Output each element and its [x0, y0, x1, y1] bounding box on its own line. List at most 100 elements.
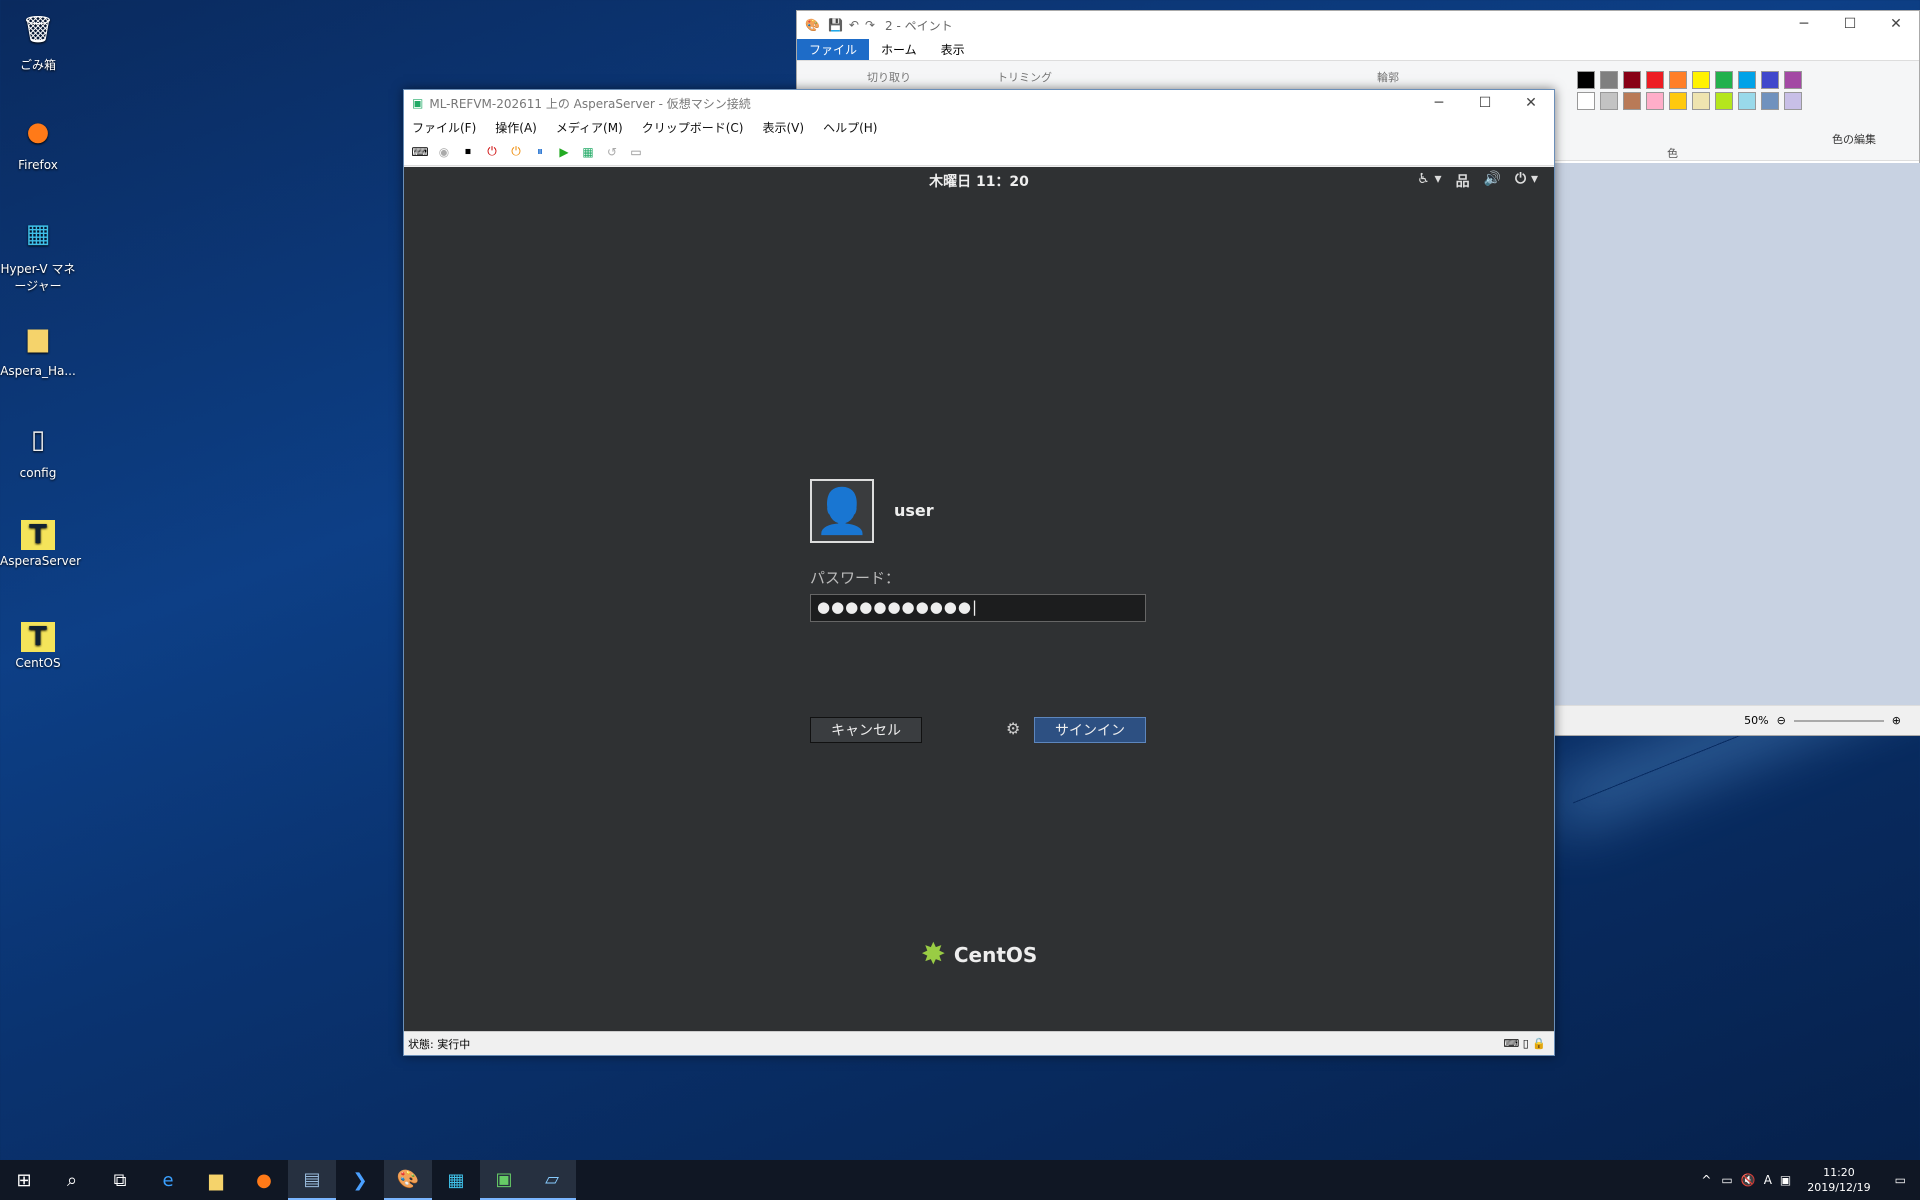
enhanced-session-icon[interactable]: ▭	[624, 142, 648, 162]
menu-media[interactable]: メディア(M)	[556, 119, 623, 136]
input-method-icon[interactable]: ▣	[1780, 1173, 1791, 1187]
palette-swatch[interactable]	[1692, 92, 1710, 110]
palette-swatch[interactable]	[1761, 92, 1779, 110]
save-icon[interactable]: 💾	[828, 18, 843, 32]
internet-explorer-icon[interactable]: e	[144, 1160, 192, 1200]
palette-swatch[interactable]	[1715, 92, 1733, 110]
palette-swatch[interactable]	[1738, 71, 1756, 89]
palette-swatch[interactable]	[1623, 71, 1641, 89]
notepad-taskbar-icon[interactable]: ▱	[528, 1160, 576, 1200]
signin-button[interactable]: サインイン	[1034, 717, 1146, 743]
vm-toolbar: ⌨ ◉ ⏹ ⏻ ⏻ ⏸ ▶ ▦ ↺ ▭	[404, 138, 1554, 166]
search-icon[interactable]: ⌕	[48, 1160, 96, 1200]
palette-swatch[interactable]	[1600, 71, 1618, 89]
palette-swatch[interactable]	[1715, 71, 1733, 89]
notification-center-icon[interactable]: ▭	[1895, 1173, 1906, 1187]
vm-connection-taskbar-icon[interactable]: ▣	[480, 1160, 528, 1200]
vm-shortcut-icon: T	[21, 520, 55, 550]
network-tray-icon[interactable]: ▭	[1721, 1173, 1732, 1187]
undo-icon[interactable]: ↶	[849, 18, 859, 32]
desktop-icon-label: Hyper-V マネージャー	[0, 262, 76, 293]
show-hidden-icons-chevron-icon[interactable]: ^	[1701, 1173, 1711, 1187]
start-icon[interactable]: ◉	[432, 142, 456, 162]
task-view-icon[interactable]: ⧉	[96, 1160, 144, 1200]
vm-screen[interactable]: 木曜日 11：20 ♿ ▾ 品 🔊 ⏻ ▾ 👤 user パスワード： ●●●●…	[404, 167, 1554, 1033]
desktop-icon-recycle-bin[interactable]: 🗑 ごみ箱	[0, 8, 76, 73]
desktop-icon-hyperv[interactable]: ▦ Hyper-V マネージャー	[0, 212, 76, 294]
palette-swatch[interactable]	[1623, 92, 1641, 110]
password-field[interactable]: ●●●●●●●●●●●|	[810, 594, 1146, 622]
palette-swatch[interactable]	[1600, 92, 1618, 110]
save-state-icon[interactable]: ⏻	[504, 142, 528, 162]
firefox-taskbar-icon[interactable]: ●	[240, 1160, 288, 1200]
close-button[interactable]: ✕	[1873, 11, 1919, 37]
palette-swatch[interactable]	[1669, 92, 1687, 110]
accessibility-icon[interactable]: ♿ ▾	[1417, 171, 1441, 191]
cut-button[interactable]: 切り取り	[867, 69, 911, 85]
turn-off-icon[interactable]: ⏹	[456, 142, 480, 162]
tab-view[interactable]: 表示	[929, 39, 977, 60]
palette-swatch[interactable]	[1784, 92, 1802, 110]
zoom-in-icon[interactable]: ⊕	[1892, 714, 1901, 727]
ime-indicator[interactable]: A	[1764, 1173, 1772, 1187]
palette-swatch[interactable]	[1577, 92, 1595, 110]
palette-swatch[interactable]	[1761, 71, 1779, 89]
volume-icon[interactable]: 🔊	[1484, 171, 1501, 191]
ctrl-alt-del-icon[interactable]: ⌨	[408, 142, 432, 162]
maximize-button[interactable]: ☐	[1827, 11, 1873, 37]
powershell-icon[interactable]: ❯	[336, 1160, 384, 1200]
desktop-icon-firefox[interactable]: ● Firefox	[0, 110, 76, 172]
menu-help[interactable]: ヘルプ(H)	[823, 119, 877, 136]
tab-home[interactable]: ホーム	[869, 39, 929, 60]
menu-view[interactable]: 表示(V)	[763, 119, 805, 136]
resume-icon[interactable]: ▶	[552, 142, 576, 162]
desktop-icon-config[interactable]: ▯ config	[0, 418, 76, 480]
pause-icon[interactable]: ⏸	[528, 142, 552, 162]
minimize-button[interactable]: ─	[1781, 11, 1827, 37]
palette-swatch[interactable]	[1669, 71, 1687, 89]
gnome-clock[interactable]: 木曜日 11：20	[404, 171, 1554, 191]
start-button-windows-icon[interactable]: ⊞	[0, 1160, 48, 1200]
zoom-out-icon[interactable]: ⊖	[1777, 714, 1786, 727]
menu-clipboard[interactable]: クリップボード(C)	[642, 119, 744, 136]
revert-icon[interactable]: ↺	[600, 142, 624, 162]
tab-file[interactable]: ファイル	[797, 39, 870, 60]
paint-taskbar-icon[interactable]: 🎨	[384, 1160, 432, 1200]
palette-swatch[interactable]	[1577, 71, 1595, 89]
palette-swatch[interactable]	[1738, 92, 1756, 110]
close-button[interactable]: ✕	[1508, 90, 1554, 116]
outline-button[interactable]: 輪郭	[1377, 69, 1399, 85]
taskbar-clock[interactable]: 11:20 2019/12/19	[1797, 1165, 1880, 1195]
palette-swatch[interactable]	[1692, 71, 1710, 89]
file-explorer-icon[interactable]: ▆	[192, 1160, 240, 1200]
network-icon[interactable]: 品	[1456, 171, 1470, 191]
paint-titlebar: 🎨 💾 ↶ ↷ 2 - ペイント ─ ☐ ✕	[797, 11, 1919, 39]
server-manager-icon[interactable]: ▤	[288, 1160, 336, 1200]
trim-button[interactable]: トリミング	[997, 69, 1052, 85]
palette-swatch[interactable]	[1784, 71, 1802, 89]
checkpoint-icon[interactable]: ▦	[576, 142, 600, 162]
edit-colors-button[interactable]: 色の編集	[1832, 131, 1876, 147]
desktop-icon-asperaserver[interactable]: T AsperaServer	[0, 520, 81, 568]
menu-action[interactable]: 操作(A)	[495, 119, 537, 136]
minimize-button[interactable]: ─	[1416, 90, 1462, 116]
palette-swatch[interactable]	[1646, 92, 1664, 110]
zoom-slider[interactable]	[1793, 719, 1884, 722]
keyboard-mouse-lock-icons: ⌨ ▯ 🔒	[1503, 1037, 1546, 1050]
vm-connection-window: ▣ ML-REFVM-202611 上の AsperaServer - 仮想マシ…	[403, 89, 1555, 1056]
cancel-button[interactable]: キャンセル	[810, 717, 922, 743]
maximize-button[interactable]: ☐	[1462, 90, 1508, 116]
desktop-icon-aspera-folder[interactable]: ▆ Aspera_Ha...	[0, 316, 76, 378]
shutdown-icon[interactable]: ⏻	[480, 142, 504, 162]
paint-ribbon-tabs: ファイル ホーム 表示	[797, 39, 1919, 61]
hyperv-taskbar-icon[interactable]: ▦	[432, 1160, 480, 1200]
power-menu-icon[interactable]: ⏻ ▾	[1515, 171, 1538, 191]
vm-state: 状態: 実行中	[408, 1037, 471, 1051]
volume-muted-icon[interactable]: 🔇	[1741, 1173, 1756, 1187]
text-file-icon: ▯	[30, 425, 46, 455]
redo-icon[interactable]: ↷	[865, 18, 875, 32]
palette-swatch[interactable]	[1646, 71, 1664, 89]
desktop-icon-centos[interactable]: T CentOS	[0, 622, 76, 670]
menu-file[interactable]: ファイル(F)	[412, 119, 476, 136]
session-settings-gear-icon[interactable]: ⚙	[1006, 719, 1020, 738]
